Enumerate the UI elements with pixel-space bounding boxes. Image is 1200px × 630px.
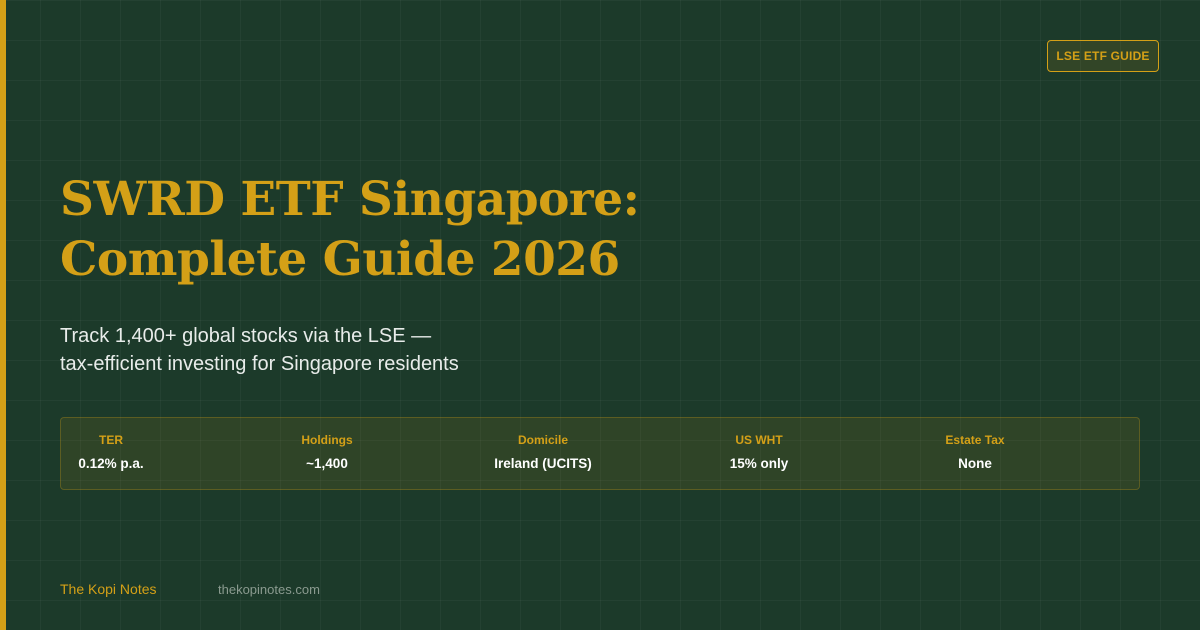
stat-label: TER <box>99 433 123 447</box>
stat-value: Ireland (UCITS) <box>494 456 592 471</box>
title-line-1: SWRD ETF Singapore: <box>60 172 640 227</box>
stat-label: Holdings <box>301 433 353 447</box>
stat-value: None <box>958 456 992 471</box>
stat-label: US WHT <box>735 433 783 447</box>
subtitle: Track 1,400+ global stocks via the LSE —… <box>60 322 459 378</box>
stat-us-wht: US WHT 15% only <box>659 432 859 472</box>
category-badge: LSE ETF GUIDE <box>1047 40 1159 72</box>
brand-name: The Kopi Notes <box>60 581 157 597</box>
site-url: thekopinotes.com <box>218 582 320 597</box>
page-title: SWRD ETF Singapore: Complete Guide 2026 <box>60 170 640 290</box>
title-line-2: Complete Guide 2026 <box>60 232 620 287</box>
subtitle-line-2: tax-efficient investing for Singapore re… <box>60 353 459 375</box>
stat-ter: TER 0.12% p.a. <box>11 432 211 472</box>
stat-estate-tax: Estate Tax None <box>875 432 1075 472</box>
stat-domicile: Domicile Ireland (UCITS) <box>443 432 643 472</box>
stats-panel: TER 0.12% p.a. Holdings ~1,400 Domicile … <box>60 417 1140 490</box>
stat-value: ~1,400 <box>306 456 348 471</box>
accent-bar <box>0 0 6 630</box>
subtitle-line-1: Track 1,400+ global stocks via the LSE — <box>60 325 432 347</box>
stat-value: 0.12% p.a. <box>78 456 144 471</box>
stat-label: Estate Tax <box>945 433 1005 447</box>
stat-holdings: Holdings ~1,400 <box>227 432 427 472</box>
stat-label: Domicile <box>517 433 568 447</box>
stat-value: 15% only <box>729 456 789 471</box>
